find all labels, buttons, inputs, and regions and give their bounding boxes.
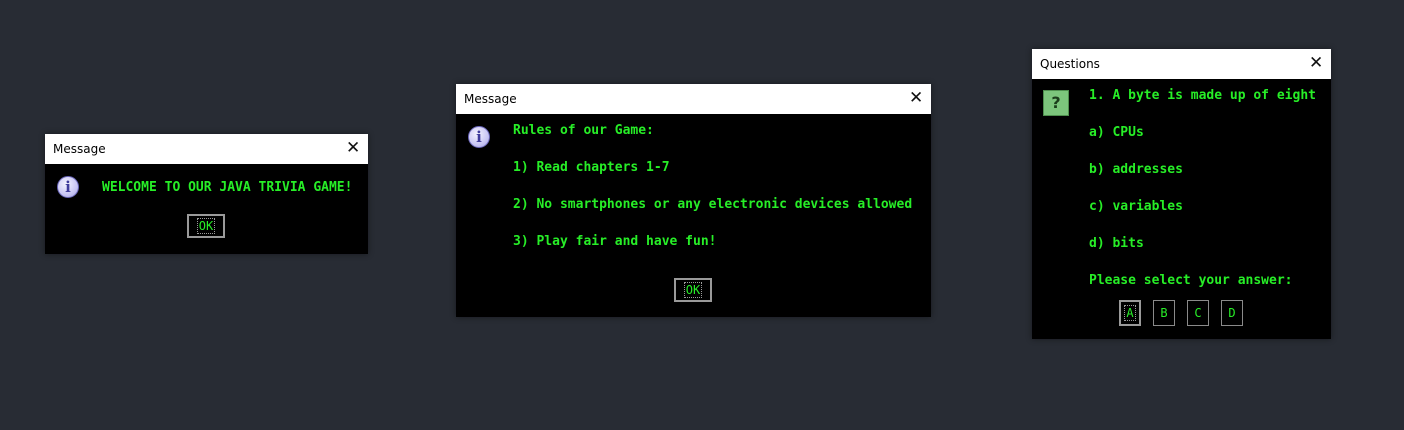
questions-title: Questions [1040,57,1100,71]
questions-dialog: Questions ✕ ? 1. A byte is made up of ei… [1032,49,1331,339]
rules-heading: Rules of our Game: [513,123,654,138]
option-d: d) bits [1089,236,1144,251]
answer-button-a-label: A [1124,305,1136,321]
info-icon: i [468,126,490,148]
rules-title: Message [464,92,517,106]
ok-button-label: OK [196,218,216,234]
answer-button-a[interactable]: A [1119,300,1141,326]
close-icon[interactable]: ✕ [909,90,923,107]
welcome-message: WELCOME TO OUR JAVA TRIVIA GAME! [102,180,353,195]
rules-titlebar[interactable]: Message ✕ [456,84,931,114]
rules-line-2: 2) No smartphones or any electronic devi… [513,197,913,212]
rules-line-1: 1) Read chapters 1-7 [513,160,670,175]
answer-prompt: Please select your answer: [1089,273,1293,288]
info-icon: i [57,176,79,198]
welcome-title: Message [53,142,106,156]
answer-button-d-label: D [1228,306,1236,320]
ok-button-label: OK [683,282,703,298]
option-a: a) CPUs [1089,125,1144,140]
welcome-dialog: Message ✕ i WELCOME TO OUR JAVA TRIVIA G… [45,134,368,254]
answer-button-c[interactable]: C [1187,300,1209,326]
rules-dialog: Message ✕ i Rules of our Game: 1) Read c… [456,84,931,317]
questions-titlebar[interactable]: Questions ✕ [1032,49,1331,79]
ok-button[interactable]: OK [674,278,712,302]
option-c: c) variables [1089,199,1183,214]
close-icon[interactable]: ✕ [1309,55,1323,72]
welcome-titlebar[interactable]: Message ✕ [45,134,368,164]
ok-button[interactable]: OK [187,214,225,238]
rules-line-3: 3) Play fair and have fun! [513,234,717,249]
question-icon: ? [1043,90,1069,116]
answer-button-b-label: B [1160,306,1168,320]
answer-button-b[interactable]: B [1153,300,1175,326]
close-icon[interactable]: ✕ [346,140,360,157]
answer-button-d[interactable]: D [1221,300,1243,326]
question-text: 1. A byte is made up of eight [1089,88,1316,103]
option-b: b) addresses [1089,162,1183,177]
answer-button-c-label: C [1194,306,1202,320]
